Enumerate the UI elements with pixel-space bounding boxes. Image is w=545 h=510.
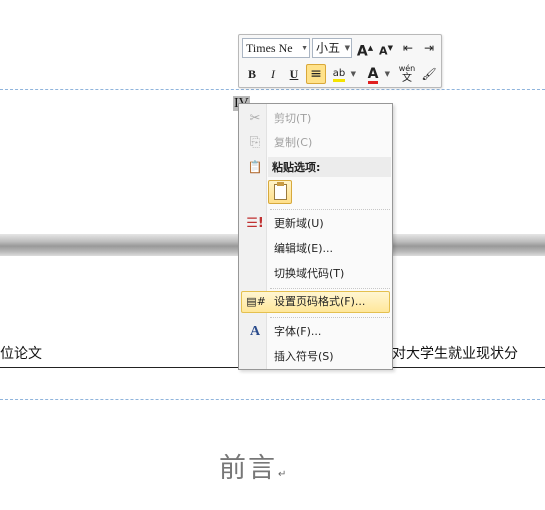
header-boundary-top: [0, 89, 545, 90]
menu-item-format-page-numbers[interactable]: ▤# 设置页码格式(F)...: [241, 291, 390, 313]
highlight-button[interactable]: ab ▼: [329, 64, 356, 84]
highlight-icon: ab: [332, 68, 346, 82]
scissors-icon: ✂: [249, 111, 261, 126]
menu-separator: [270, 209, 390, 210]
menu-item-label: 切换域代码(T): [274, 267, 345, 280]
copy-icon: ⎘: [249, 135, 261, 150]
shrink-font-button[interactable]: A▼: [376, 38, 396, 58]
header-boundary-bottom: [0, 399, 545, 400]
menu-item-copy[interactable]: ⎘ 复制(C): [241, 132, 390, 154]
font-icon: A: [249, 324, 261, 339]
menu-separator: [270, 317, 390, 318]
paste-icon: 📋: [247, 160, 263, 174]
font-size-value: 小五: [316, 41, 341, 55]
format-painter-button[interactable]: 🖌: [419, 64, 439, 84]
menu-separator: [270, 288, 390, 289]
menu-item-label: 剪切(T): [274, 112, 312, 125]
decrease-indent-button[interactable]: ⇤: [398, 38, 418, 58]
grow-font-button[interactable]: A▲: [355, 38, 375, 60]
menu-item-font[interactable]: A 字体(F)...: [241, 321, 390, 343]
bold-button[interactable]: B: [242, 64, 262, 84]
menu-item-label: 字体(F)...: [274, 325, 322, 338]
font-color-icon: A: [367, 66, 379, 84]
page-number-format-icon: ▤#: [246, 295, 266, 308]
center-align-button[interactable]: ≡: [306, 64, 326, 84]
menu-item-insert-symbol[interactable]: 插入符号(S): [241, 346, 390, 368]
clipboard-icon: [274, 182, 287, 200]
footer-left-text: 位论文: [0, 346, 42, 362]
chevron-down-icon: ▼: [301, 44, 308, 52]
menu-item-cut[interactable]: ✂ 剪切(T): [241, 108, 390, 130]
paste-icon-row: 📋: [241, 156, 267, 178]
paste-keep-text-only-button[interactable]: [268, 180, 292, 204]
paragraph-mark: ↵: [278, 469, 287, 480]
update-field-icon: ☰!: [246, 216, 264, 231]
menu-item-label: 设置页码格式(F)...: [274, 295, 366, 308]
menu-item-label: 复制(C): [274, 136, 313, 149]
menu-item-edit-field[interactable]: 编辑域(E)...: [241, 238, 390, 260]
font-size-combo[interactable]: 小五 ▼: [312, 38, 352, 58]
increase-indent-button[interactable]: ⇥: [419, 38, 439, 58]
chevron-down-icon: ▼: [384, 70, 390, 78]
menu-item-label: 插入符号(S): [274, 350, 334, 363]
paste-options-header: 粘贴选项:: [268, 157, 391, 177]
phonetic-guide-button[interactable]: wén 文: [397, 64, 417, 84]
chevron-down-icon: ▼: [344, 44, 350, 52]
chevron-down-icon: ▼: [350, 70, 356, 78]
page-heading: 前言↵: [219, 453, 287, 484]
menu-item-label: 编辑域(E)...: [274, 242, 334, 255]
italic-button[interactable]: I: [263, 64, 283, 84]
menu-item-toggle-field-codes[interactable]: 切换域代码(T): [241, 263, 390, 285]
font-name-value: Times Ne: [246, 41, 293, 55]
font-color-button[interactable]: A ▼: [363, 64, 390, 84]
font-name-combo[interactable]: Times Ne ▼: [242, 38, 310, 58]
underline-button[interactable]: U: [284, 64, 304, 84]
context-menu: ✂ 剪切(T) ⎘ 复制(C) 粘贴选项: 📋 ☰! 更新域(U) 编辑域(E)…: [238, 103, 393, 370]
menu-item-update-field[interactable]: ☰! 更新域(U): [241, 213, 390, 235]
paste-options-label: 粘贴选项:: [272, 161, 321, 174]
footer-right-text: 对大学生就业现状分: [392, 346, 518, 362]
mini-toolbar: Times Ne ▼ 小五 ▼ A▲ A▼ ⇤ ⇥ B I U ≡ ab ▼ A…: [238, 34, 442, 88]
menu-item-label: 更新域(U): [274, 217, 324, 230]
